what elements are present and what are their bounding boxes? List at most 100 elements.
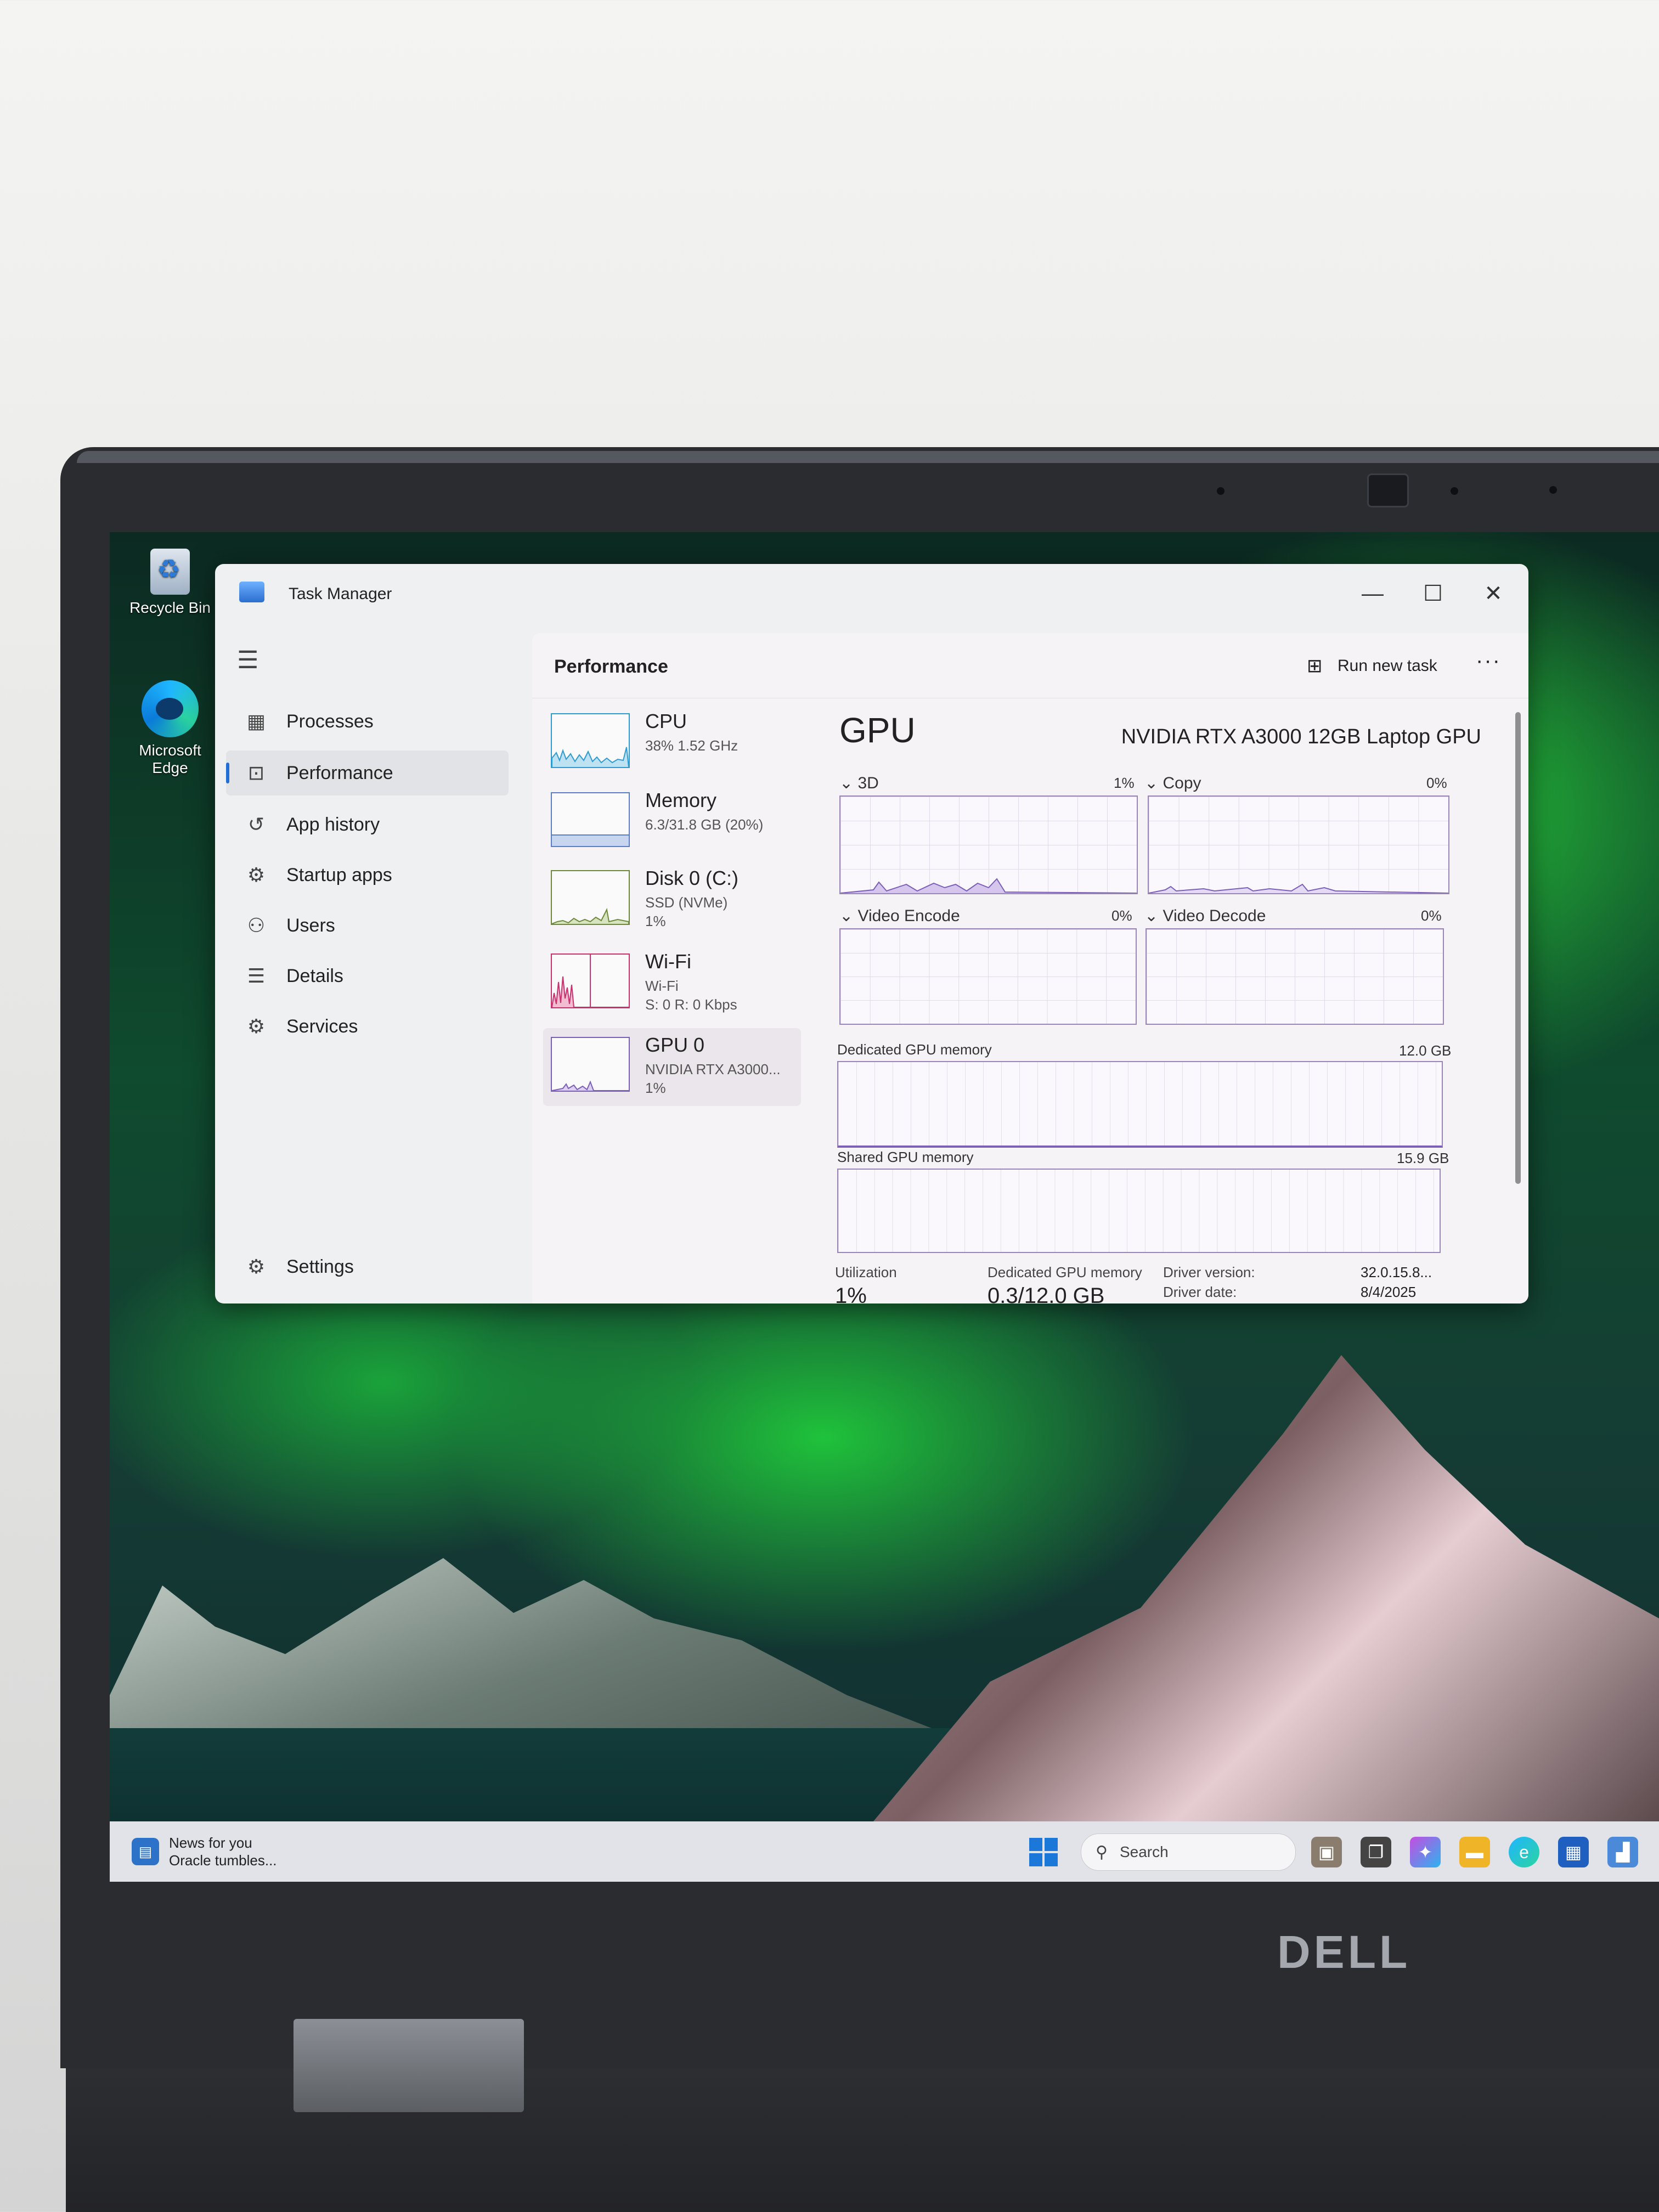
sidebar-item-app-history[interactable]: ↺ App history (215, 802, 509, 847)
engine-value: 0% (1111, 907, 1132, 924)
dedicated-memory-graph (837, 1061, 1443, 1148)
performance-pane: Performance ⊞ Run new task ··· CPU 38% 1… (532, 633, 1528, 1304)
screen: Recycle Bin Microsoft Edge Task Manager … (110, 532, 1659, 1882)
webcam-icon (1367, 473, 1409, 507)
run-new-task-button[interactable]: ⊞ Run new task (1307, 650, 1437, 682)
engine-label: Video Encode (857, 907, 960, 925)
hamburger-menu-icon[interactable]: ☰ (237, 646, 270, 679)
gpu-model-name: NVIDIA RTX A3000 12GB Laptop GPU (1121, 725, 1481, 748)
services-icon: ⚙ (247, 1015, 266, 1037)
sidebar-item-processes[interactable]: ▦ Processes (215, 699, 509, 744)
utilization-label: Utilization (835, 1264, 897, 1280)
engine-dropdown-video-decode[interactable]: ⌄ Video Decode (1144, 906, 1266, 926)
scrollbar[interactable] (1515, 712, 1521, 1184)
gpu-detail-panel: GPU NVIDIA RTX A3000 12GB Laptop GPU ⌄ 3… (828, 710, 1520, 1304)
engine-label: 3D (857, 774, 879, 792)
sidebar-item-label: Services (286, 1015, 358, 1037)
engine-graph-video-encode (839, 928, 1137, 1025)
sidebar-item-label: Details (286, 965, 343, 986)
history-icon: ↺ (247, 813, 265, 836)
shared-memory-graph (837, 1169, 1441, 1253)
edge-icon[interactable]: e (1509, 1837, 1539, 1867)
details-icon: ☰ (247, 964, 266, 987)
gear-icon: ⚙ (247, 1255, 266, 1278)
resource-item-gpu[interactable]: GPU 0 NVIDIA RTX A3000... 1% (543, 1028, 801, 1106)
shared-memory-max: 15.9 GB (1397, 1150, 1449, 1166)
desktop-icon-edge[interactable]: Microsoft Edge (126, 680, 214, 777)
driver-date-value: 8/4/2025 (1361, 1284, 1417, 1300)
file-explorer-icon[interactable]: ▬ (1459, 1837, 1490, 1867)
active-indicator (226, 763, 229, 783)
sidebar-item-performance[interactable]: ⊡ Performance (226, 751, 509, 795)
engine-graph-3d (839, 795, 1138, 894)
taskbar: ▤ News for you Oracle tumbles... ⚲ Searc… (110, 1821, 1659, 1882)
news-icon: ▤ (132, 1838, 159, 1865)
dedicated-memory-label: Dedicated GPU memory (837, 1041, 992, 1058)
minimize-button[interactable]: — (1345, 572, 1400, 616)
taskbar-search[interactable]: ⚲ Search (1081, 1833, 1296, 1871)
sidebar-item-settings[interactable]: ⚙ Settings (215, 1244, 509, 1289)
disk-thumbnail-graph (551, 870, 630, 925)
dell-logo: DELL (1277, 1926, 1411, 1978)
sidebar-item-details[interactable]: ☰ Details (215, 953, 509, 998)
startup-icon: ⚙ (247, 864, 266, 886)
resource-list: CPU 38% 1.52 GHz Memory 6.3/31.8 GB (20%… (543, 704, 801, 1302)
search-icon: ⚲ (1096, 1843, 1108, 1861)
search-placeholder: Search (1119, 1843, 1169, 1860)
news-subtitle: Oracle tumbles... (169, 1852, 277, 1869)
driver-date-label: Driver date: (1163, 1284, 1237, 1300)
title-bar[interactable]: Task Manager — ☐ ✕ (215, 564, 1528, 630)
engine-value: 0% (1421, 907, 1442, 924)
store-icon[interactable]: ▦ (1558, 1837, 1589, 1867)
driver-version-label: Driver version: (1163, 1264, 1255, 1280)
engine-label: Copy (1163, 774, 1201, 792)
widgets-icon[interactable]: ▣ (1311, 1837, 1342, 1867)
news-title: News for you (169, 1835, 252, 1851)
desktop-icon-recycle-bin[interactable]: Recycle Bin (126, 549, 214, 617)
wifi-thumbnail-graph (551, 953, 630, 1008)
memory-thumbnail-graph (551, 792, 630, 847)
resource-item-cpu[interactable]: CPU 38% 1.52 GHz (543, 704, 801, 782)
run-new-task-label: Run new task (1338, 657, 1437, 675)
engine-dropdown-3d[interactable]: ⌄ 3D (839, 774, 879, 793)
chevron-down-icon: ⌄ (839, 774, 858, 792)
dedicated-memory-stat-value: 0.3/12.0 GB (988, 1284, 1105, 1304)
sensor-dot (1549, 486, 1557, 494)
more-options-button[interactable]: ··· (1476, 648, 1501, 673)
task-manager-taskbar-icon[interactable]: ▟ (1607, 1837, 1638, 1867)
sidebar-item-label: App history (286, 814, 380, 835)
resource-detail: Wi-Fi (645, 978, 679, 994)
sidebar-item-startup-apps[interactable]: ⚙ Startup apps (215, 853, 509, 898)
sidebar-item-label: Users (286, 915, 335, 936)
desktop-icon-label: Recycle Bin (129, 599, 211, 616)
engine-label: Video Decode (1163, 907, 1266, 925)
resource-item-disk[interactable]: Disk 0 (C:) SSD (NVMe) 1% (543, 861, 801, 939)
engine-dropdown-copy[interactable]: ⌄ Copy (1144, 774, 1201, 793)
dedicated-memory-stat-label: Dedicated GPU memory (988, 1264, 1142, 1280)
sidebar-item-users[interactable]: ⚇ Users (215, 903, 509, 948)
sidebar-item-label: Performance (286, 762, 393, 783)
copilot-icon[interactable]: ✦ (1410, 1837, 1441, 1867)
resource-item-wifi[interactable]: Wi-Fi Wi-Fi S: 0 R: 0 Kbps (543, 945, 801, 1023)
news-widget[interactable]: ▤ News for you Oracle tumbles... (132, 1832, 277, 1871)
close-button[interactable]: ✕ (1466, 572, 1521, 616)
processes-icon: ▦ (246, 710, 266, 732)
maximize-button[interactable]: ☐ (1406, 572, 1460, 616)
gpu-thumbnail-graph (551, 1037, 630, 1092)
start-button[interactable] (1029, 1838, 1058, 1866)
task-view-icon[interactable]: ❐ (1361, 1837, 1391, 1867)
engine-dropdown-video-encode[interactable]: ⌄ Video Encode (839, 906, 960, 926)
resource-detail: S: 0 R: 0 Kbps (645, 996, 737, 1013)
sidebar-item-label: Settings (286, 1256, 354, 1277)
resource-detail: 1% (645, 913, 666, 929)
run-task-icon: ⊞ (1307, 656, 1323, 676)
driver-version-value: 32.0.15.8... (1361, 1264, 1432, 1280)
resource-name: Disk 0 (C:) (645, 867, 738, 889)
chevron-down-icon: ⌄ (1144, 774, 1163, 792)
sidebar-item-services[interactable]: ⚙ Services (215, 1004, 509, 1049)
recycle-bin-icon (150, 549, 190, 595)
resource-name: CPU (645, 710, 687, 732)
gpu-heading: GPU (839, 710, 916, 750)
utilization-value: 1% (835, 1284, 867, 1304)
resource-item-memory[interactable]: Memory 6.3/31.8 GB (20%) (543, 783, 801, 861)
